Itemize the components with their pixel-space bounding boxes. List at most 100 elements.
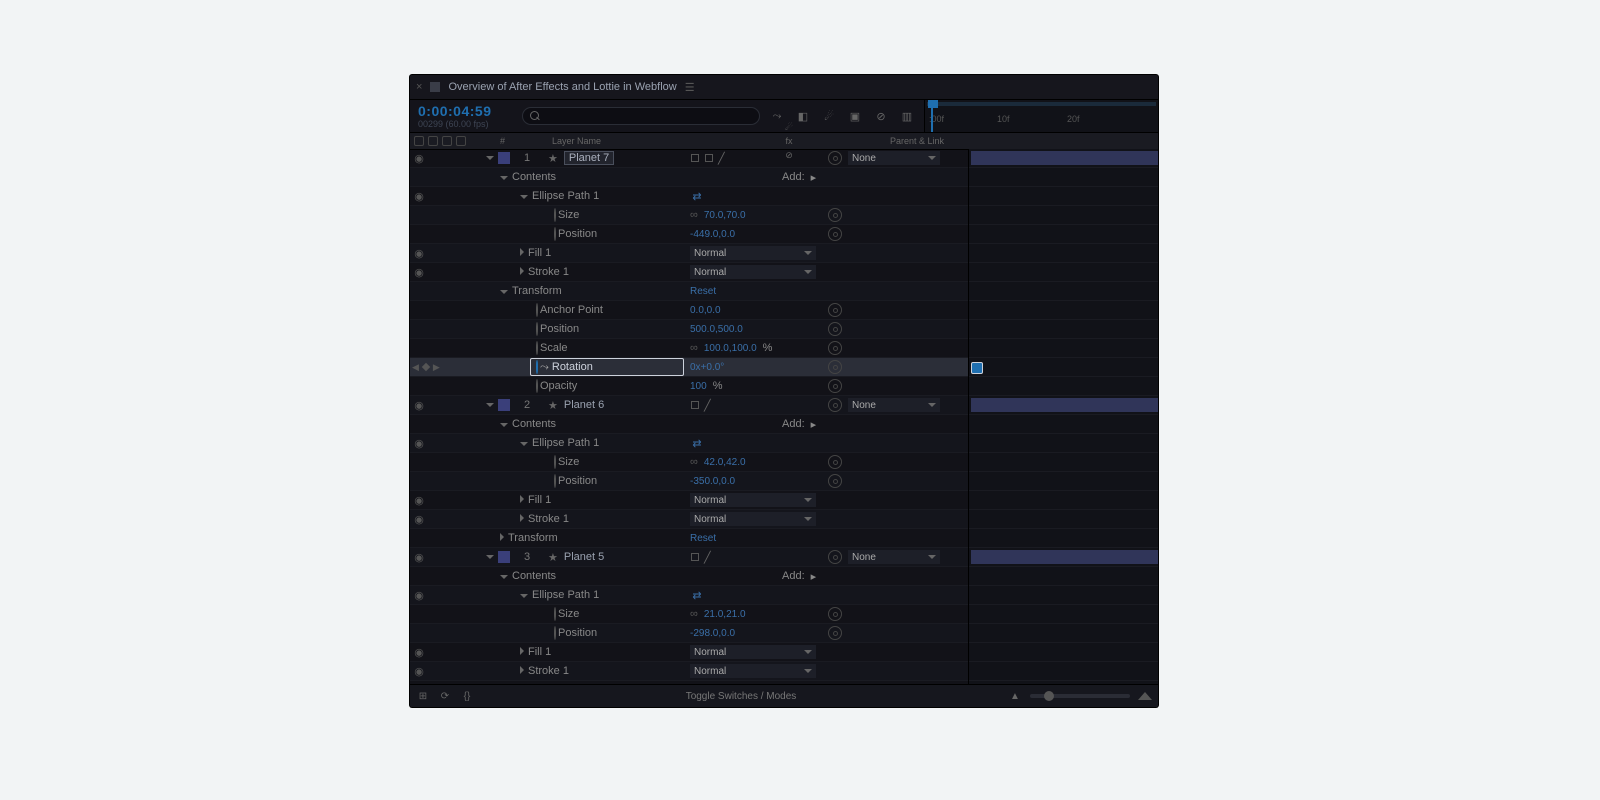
stopwatch-icon[interactable] — [536, 360, 538, 374]
stopwatch-icon[interactable] — [536, 341, 538, 355]
property-row-rotation[interactable]: ◀▶ ⤳ Rotation 0x+0.0° — [410, 358, 968, 377]
parent-dropdown[interactable]: None — [848, 398, 940, 412]
property-group-row[interactable]: ◉ Stroke 1 Normal — [410, 662, 968, 681]
switch-icon[interactable] — [690, 153, 700, 163]
pickwhip-icon[interactable] — [828, 379, 842, 393]
pickwhip-icon[interactable] — [828, 208, 842, 222]
switch-icon[interactable] — [704, 153, 714, 163]
blend-mode-dropdown[interactable]: Normal — [690, 246, 816, 260]
switch-icon[interactable] — [690, 400, 700, 410]
twirl-icon[interactable] — [500, 575, 508, 579]
lock-column-icon[interactable] — [456, 136, 466, 146]
reset-link[interactable]: Reset — [690, 533, 716, 544]
twirl-icon[interactable] — [500, 533, 504, 541]
pickwhip-icon[interactable] — [828, 360, 842, 374]
layer-duration-bar[interactable] — [971, 550, 1158, 564]
layer-row[interactable]: ◉ 1 ★ Planet 7 ╱ None — [410, 149, 968, 168]
blend-mode-dropdown[interactable]: Normal — [690, 645, 816, 659]
search-input[interactable] — [522, 107, 760, 125]
layer-row[interactable]: ◉ 2 ★ Planet 6 ╱ None — [410, 396, 968, 415]
current-time-display[interactable]: 0:00:04:59 00299 (60.00 fps) — [410, 103, 518, 129]
stopwatch-icon[interactable] — [554, 626, 556, 640]
layer-row[interactable]: ◉ 3 ★ Planet 5 ╱ None — [410, 548, 968, 567]
blend-mode-dropdown[interactable]: Normal — [690, 664, 816, 678]
video-column-icon[interactable] — [414, 136, 424, 146]
pickwhip-icon[interactable] — [828, 398, 842, 412]
direction-icons[interactable]: ⇄ — [690, 436, 704, 450]
property-value[interactable]: 21.0,21.0 — [704, 609, 746, 620]
keyframe-diamond-icon[interactable] — [422, 363, 430, 371]
property-row[interactable]: Position 500.0,500.0 — [410, 320, 968, 339]
property-group-row[interactable]: Contents Add:▸ — [410, 567, 968, 586]
twirl-icon[interactable] — [486, 555, 494, 559]
layer-duration-bar[interactable] — [971, 398, 1158, 412]
tab-menu-icon[interactable]: ☰ — [685, 81, 695, 94]
layer-color-chip[interactable] — [498, 152, 510, 164]
stopwatch-icon[interactable] — [554, 474, 556, 488]
add-button-icon[interactable]: ▸ — [811, 570, 817, 583]
property-group-row[interactable]: Contents Add:▸ — [410, 168, 968, 187]
pickwhip-icon[interactable] — [828, 227, 842, 241]
zoom-handle[interactable] — [1044, 691, 1054, 701]
blend-mode-dropdown[interactable]: Normal — [690, 512, 816, 526]
visibility-toggle[interactable]: ◉ — [412, 152, 426, 165]
switch-icon[interactable]: ╱ — [704, 399, 711, 412]
pickwhip-icon[interactable] — [828, 626, 842, 640]
timecode[interactable]: 0:00:04:59 — [418, 103, 518, 119]
timeline-row[interactable] — [969, 396, 1158, 415]
twirl-icon[interactable] — [520, 248, 524, 256]
zoom-slider[interactable] — [1030, 694, 1130, 698]
property-row[interactable]: Position -350.0,0.0 — [410, 472, 968, 491]
blend-mode-dropdown[interactable]: Normal — [690, 493, 816, 507]
link-icon[interactable]: ∞ — [690, 209, 698, 221]
twirl-icon[interactable] — [520, 442, 528, 446]
time-ruler[interactable]: :00f 10f 20f — [924, 100, 1158, 132]
property-group-row[interactable]: ◉ Stroke 1 Normal — [410, 263, 968, 282]
timeline-row[interactable] — [969, 149, 1158, 168]
zoom-out-icon[interactable]: ▲ — [1008, 689, 1022, 703]
pickwhip-icon[interactable] — [828, 322, 842, 336]
stopwatch-icon[interactable] — [554, 208, 556, 222]
stopwatch-icon[interactable] — [554, 607, 556, 621]
property-group-row[interactable]: ◉ Fill 1 Normal — [410, 643, 968, 662]
timeline-tracks[interactable] — [968, 149, 1158, 685]
property-row[interactable]: Size ∞42.0,42.0 — [410, 453, 968, 472]
layer-color-chip[interactable] — [498, 551, 510, 563]
link-icon[interactable]: ∞ — [690, 456, 698, 468]
layer-search[interactable] — [522, 107, 760, 125]
twirl-icon[interactable] — [520, 666, 524, 674]
visibility-toggle[interactable]: ◉ — [412, 551, 426, 564]
property-value[interactable]: 100 — [690, 381, 707, 392]
property-group-row[interactable]: ◉ Fill 1 Normal — [410, 244, 968, 263]
stopwatch-icon[interactable] — [554, 227, 556, 241]
solo-column-icon[interactable] — [442, 136, 452, 146]
direction-icons[interactable]: ⇄ — [690, 189, 704, 203]
property-value[interactable]: 42.0,42.0 — [704, 457, 746, 468]
property-value[interactable]: 70.0,70.0 — [704, 210, 746, 221]
composition-title[interactable]: Overview of After Effects and Lottie in … — [448, 81, 676, 93]
graph-editor-icon[interactable]: ▥ — [900, 109, 914, 123]
blend-mode-dropdown[interactable]: Normal — [690, 265, 816, 279]
pickwhip-icon[interactable] — [828, 341, 842, 355]
property-row[interactable]: Anchor Point 0.0,0.0 — [410, 301, 968, 320]
twirl-icon[interactable] — [486, 156, 494, 160]
layer-name[interactable]: Planet 5 — [564, 551, 604, 563]
property-value[interactable]: 500.0,500.0 — [690, 324, 743, 335]
parent-dropdown[interactable]: None — [848, 151, 940, 165]
add-button-icon[interactable]: ▸ — [811, 171, 817, 184]
visibility-toggle[interactable]: ◉ — [412, 399, 426, 412]
switch-icon[interactable] — [690, 552, 700, 562]
layer-name[interactable]: Planet 6 — [564, 399, 604, 411]
property-value[interactable]: 100.0,100.0 — [704, 343, 757, 354]
work-area-bar[interactable] — [927, 102, 1156, 106]
property-group-row[interactable]: Transform Reset — [410, 282, 968, 301]
twirl-icon[interactable] — [500, 290, 508, 294]
link-icon[interactable]: ∞ — [690, 342, 698, 354]
zoom-in-icon[interactable] — [1138, 692, 1152, 700]
current-time-indicator[interactable] — [931, 100, 933, 132]
pickwhip-icon[interactable] — [828, 455, 842, 469]
stopwatch-icon[interactable] — [554, 455, 556, 469]
property-group-row[interactable]: ◉ Ellipse Path 1 ⇄ — [410, 187, 968, 206]
footer-icon[interactable]: ⟳ — [438, 689, 452, 703]
cti-head-icon[interactable] — [928, 100, 938, 108]
